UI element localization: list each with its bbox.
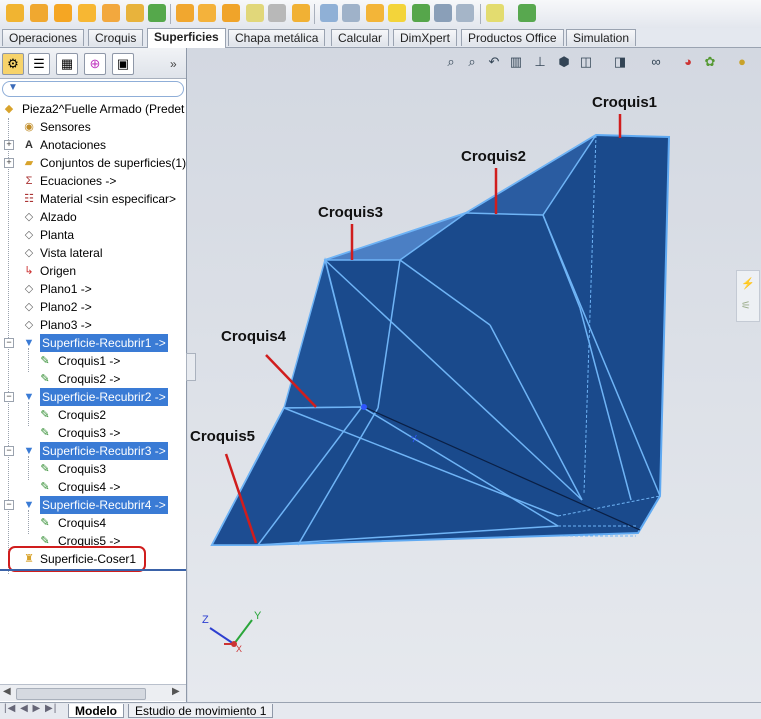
property-manager-tab-icon[interactable]: ☰: [28, 53, 50, 75]
thicken-icon[interactable]: [342, 4, 360, 22]
origin-icon: ↳: [24, 265, 34, 277]
feature-manager-tab-icon[interactable]: ⚙: [2, 53, 24, 75]
scroll-thumb[interactable]: [16, 688, 146, 700]
tab-estudio-movimiento[interactable]: Estudio de movimiento 1: [128, 704, 274, 718]
swept-surface-icon[interactable]: [54, 4, 72, 22]
plane-icon: ◇: [24, 301, 34, 313]
plane-icon: ◇: [24, 247, 34, 259]
cut-with-surface-icon[interactable]: [366, 4, 384, 22]
tab-scroll-arrows-icon[interactable]: |◀ ◀ ▶ ▶|: [4, 703, 57, 714]
sketch-icon: ✎: [40, 517, 50, 529]
loft-surface-icon: ▼: [23, 337, 35, 349]
collapse-icon[interactable]: −: [4, 392, 14, 402]
reference-geometry-icon[interactable]: [486, 4, 504, 22]
dimxpert-manager-tab-icon[interactable]: ⊕: [84, 53, 106, 75]
sketch-icon: ✎: [40, 481, 50, 493]
sketch-icon: ✎: [40, 409, 50, 421]
boundary-surface-icon[interactable]: [102, 4, 120, 22]
planar-surface-icon[interactable]: [148, 4, 166, 22]
trim-surface-icon[interactable]: [268, 4, 286, 22]
label-croquis5: Croquis5: [190, 428, 256, 445]
material-icon: ☷: [24, 193, 34, 205]
sketch-icon: ✎: [40, 463, 50, 475]
filter-icon: ▼: [8, 82, 18, 93]
loft-surface-icon: ▼: [23, 391, 35, 403]
lofted-surface-icon[interactable]: [78, 4, 96, 22]
plane-icon: ◇: [24, 319, 34, 331]
sketch-icon: ✎: [40, 427, 50, 439]
collapse-icon[interactable]: −: [4, 446, 14, 456]
loft-surface-icon: ▼: [23, 445, 35, 457]
tab-operaciones[interactable]: Operaciones: [2, 29, 85, 46]
plane-icon: ◇: [24, 211, 34, 223]
part-icon: ◆: [4, 103, 14, 115]
tree-filter[interactable]: ▼: [2, 81, 184, 97]
horizontal-scrollbar[interactable]: ◀ ▶: [0, 684, 186, 701]
sketch-icon: ✎: [40, 355, 50, 367]
extruded-surface-icon[interactable]: [6, 4, 24, 22]
delete-face-icon[interactable]: [434, 4, 452, 22]
model-svg: [209, 114, 671, 647]
tab-chapa-metalica[interactable]: Chapa metálica: [228, 29, 326, 46]
scroll-right-icon[interactable]: ▶: [172, 686, 180, 697]
reference-triad: [209, 619, 253, 647]
revolved-surface-icon[interactable]: [30, 4, 48, 22]
panel-tabs: ⚙ ☰ ▦ ⊕ ▣ »: [0, 48, 186, 79]
expand-panel-icon[interactable]: »: [170, 57, 177, 71]
label-croquis1: Croquis1: [592, 94, 658, 111]
tab-productos-office[interactable]: Productos Office: [461, 29, 564, 46]
expand-icon[interactable]: +: [4, 158, 14, 168]
annotations-icon: A: [25, 139, 33, 151]
replace-face-icon[interactable]: [412, 4, 430, 22]
tab-simulation[interactable]: Simulation: [566, 29, 637, 46]
tab-dimxpert[interactable]: DimXpert: [393, 29, 458, 46]
triad-x-label: X: [236, 644, 243, 654]
curves-icon[interactable]: [518, 4, 536, 22]
move-face-icon[interactable]: [456, 4, 474, 22]
label-croquis3: Croquis3: [318, 204, 384, 221]
surfaces-toolbar: [0, 0, 761, 29]
tab-superficies[interactable]: Superficies: [147, 28, 226, 48]
ruled-surface-icon[interactable]: [198, 4, 216, 22]
sensor-icon: ◉: [24, 121, 34, 133]
rollback-bar[interactable]: [0, 569, 186, 571]
triad-y-label: Y: [254, 610, 262, 622]
knit-surface-icon[interactable]: [320, 4, 338, 22]
collapse-icon[interactable]: −: [4, 500, 14, 510]
tab-calcular[interactable]: Calcular: [331, 29, 390, 46]
sketch-icon: ✎: [40, 373, 50, 385]
label-croquis4: Croquis4: [221, 328, 287, 345]
offset-surface-icon[interactable]: [176, 4, 194, 22]
plane-icon: ◇: [24, 229, 34, 241]
fillet-icon[interactable]: [222, 4, 240, 22]
surface-bodies-folder-icon: ▰: [24, 157, 34, 169]
equations-icon: Σ: [25, 175, 33, 187]
command-manager-tabs: Operaciones Croquis Superficies Chapa me…: [0, 28, 761, 48]
untrim-surface-icon[interactable]: [292, 4, 310, 22]
filled-surface-icon[interactable]: [126, 4, 144, 22]
tab-croquis[interactable]: Croquis: [88, 29, 144, 46]
sew-surface-icon[interactable]: [388, 4, 406, 22]
display-manager-tab-icon[interactable]: ▣: [112, 53, 134, 75]
graphics-area[interactable]: ⌕ ⌕ ↶ ▥ ⊥ ⬢ ◫ ◨ ∞ ◕ ✿ ● ⚡ ⚟ ⊹ Croquis1 C…: [186, 48, 761, 702]
plane-icon: ◇: [24, 283, 34, 295]
extend-surface-icon[interactable]: [246, 4, 264, 22]
scroll-left-icon[interactable]: ◀: [3, 686, 11, 697]
bottom-tab-bar: |◀ ◀ ▶ ▶| Modelo Estudio de movimiento 1: [0, 702, 761, 719]
tab-modelo[interactable]: Modelo: [68, 704, 124, 718]
triad-z-label: Z: [202, 614, 209, 626]
expand-icon[interactable]: +: [4, 140, 14, 150]
feature-manager-panel: ⚙ ☰ ▦ ⊕ ▣ » ▼ ◆ Pieza2^Fuelle Armado (Pr…: [0, 48, 187, 702]
label-croquis2: Croquis2: [461, 148, 527, 165]
configuration-manager-tab-icon[interactable]: ▦: [56, 53, 78, 75]
loft-surface-icon: ▼: [23, 499, 35, 511]
collapse-icon[interactable]: −: [4, 338, 14, 348]
